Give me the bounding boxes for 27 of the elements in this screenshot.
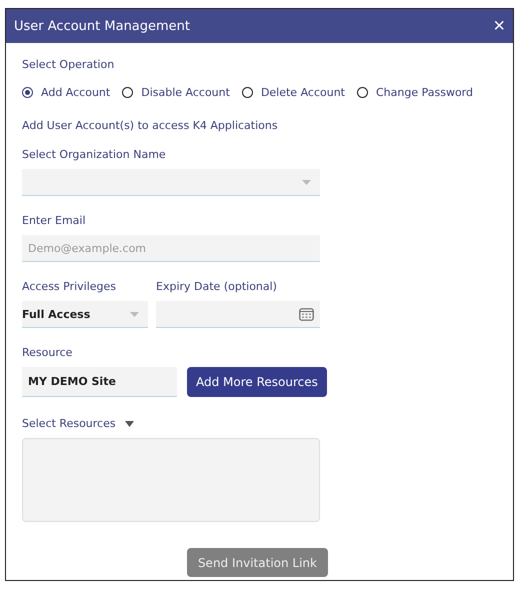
radio-option[interactable]: Disable Account (122, 86, 230, 99)
caret-icon (302, 180, 311, 184)
date-field[interactable] (156, 301, 320, 328)
access-dropdown[interactable]: Full Access (22, 301, 148, 328)
radio-icon[interactable] (122, 87, 134, 98)
field-label: Select Resources (22, 417, 116, 430)
radio-icon[interactable] (242, 87, 253, 98)
field-label: Enter Email (22, 214, 86, 227)
window-title: User Account Management (14, 18, 190, 34)
radio-icon[interactable] (357, 87, 368, 98)
resource-field[interactable]: MY DEMO Site (22, 367, 177, 397)
radio-option[interactable]: Change Password (357, 86, 473, 99)
radio-option[interactable]: Delete Account (242, 86, 345, 99)
field-label: Expiry Date (optional) (156, 280, 277, 293)
close-button[interactable]: × (493, 16, 505, 36)
radio-option[interactable]: Add Account (22, 86, 110, 99)
caret-icon (130, 312, 139, 316)
radio-icon[interactable] (22, 87, 33, 98)
caret-icon[interactable] (124, 420, 134, 426)
section-title: Add User Account(s) to access K4 Applications (22, 119, 278, 132)
email-field[interactable]: Demo@example.com (22, 235, 320, 262)
calendar-icon[interactable] (299, 307, 314, 321)
field-label: Access Privileges (22, 280, 116, 293)
add-resources-button[interactable]: Add More Resources (187, 367, 327, 397)
field-label: Resource (22, 346, 72, 359)
field-label: Select Organization Name (22, 148, 166, 161)
field-label: Select Operation (22, 58, 114, 71)
